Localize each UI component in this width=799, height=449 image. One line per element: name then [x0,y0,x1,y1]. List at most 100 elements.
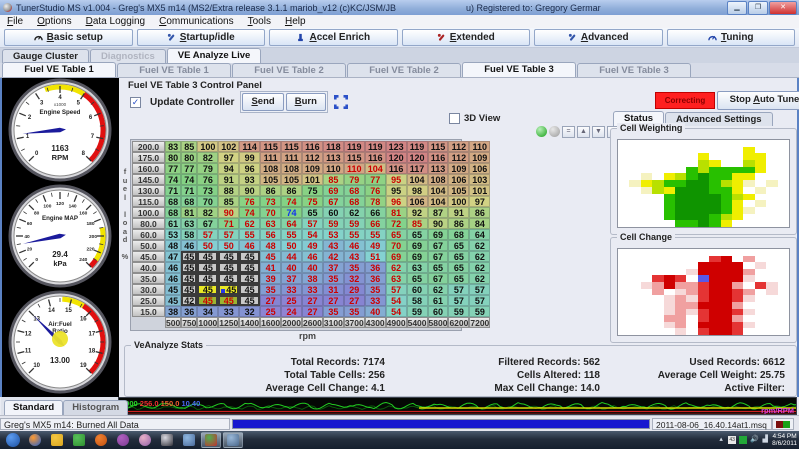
ve-cell[interactable]: 35 [343,262,365,273]
ve-cell[interactable]: 85 [181,141,198,152]
ve-cell[interactable]: 109 [301,163,323,174]
ve-cell[interactable]: 45 [239,251,261,262]
ve-cell[interactable]: 70 [385,240,407,251]
ve-cell[interactable]: 50 [197,240,219,251]
ve-cell[interactable]: 57 [448,284,470,295]
ve-cell[interactable]: 110 [322,163,344,174]
burn-button[interactable]: Burn [285,93,326,111]
ve-cell[interactable]: 33 [281,284,302,295]
camera-app-taskbar-item[interactable] [157,432,177,448]
ve-cell[interactable]: 75 [301,196,323,207]
ve-cell[interactable]: 65 [448,262,470,273]
ve-cell[interactable]: 106 [448,174,470,185]
ve-cell[interactable]: 55 [364,229,386,240]
ve-cell[interactable]: 65 [448,240,470,251]
ve-cell[interactable]: 114 [239,141,261,152]
ve-cell[interactable]: 85 [218,196,240,207]
ve-cell[interactable]: 27 [260,295,282,306]
ve-cell[interactable]: 69 [406,240,428,251]
ve-cell[interactable]: 84 [469,218,491,229]
ve-cell[interactable]: 45 [239,295,261,306]
ve-cell[interactable]: 79 [343,174,365,185]
ve-cell[interactable]: 74 [165,174,182,185]
ve-cell[interactable]: 37 [281,273,302,284]
ve-cell[interactable]: 48 [165,240,182,251]
ve-cell[interactable]: 76 [364,185,386,196]
ve-cell[interactable]: 111 [260,152,282,163]
ve-cell[interactable]: 45 [197,284,219,295]
ve-cell[interactable]: 59 [343,218,365,229]
ve-cell[interactable]: 74 [281,196,302,207]
ve-cell[interactable]: 61 [427,295,449,306]
ve-cell[interactable]: 62 [385,262,407,273]
firefox-taskbar-item[interactable] [25,432,45,448]
locate-cursor-icon[interactable] [536,126,547,137]
ve-cell[interactable]: 78 [364,196,386,207]
ve-cell[interactable]: 111 [281,152,302,163]
ve-cell[interactable]: 96 [239,163,261,174]
ve-cell[interactable]: 62 [239,218,261,229]
ve-cell[interactable]: 104 [427,185,449,196]
ve-cell[interactable]: 109 [469,152,491,163]
ve-cell[interactable]: 97 [218,152,240,163]
ve-cell[interactable]: 35 [322,306,344,317]
ve-cell[interactable]: 50 [218,240,240,251]
ve-cell[interactable]: 91 [448,207,470,218]
ve-cell[interactable]: 116 [301,141,323,152]
ve-cell[interactable]: 68 [165,196,182,207]
ve-cell[interactable]: 62 [469,240,491,251]
view-3d-checkbox[interactable] [449,113,460,124]
ve-cell[interactable]: 97 [469,196,491,207]
ve-cell[interactable]: 55 [343,229,365,240]
ve-cell[interactable]: 66 [364,207,386,218]
ve-cell[interactable]: 43 [343,251,365,262]
ve-cell[interactable]: 101 [301,174,323,185]
ve-cell[interactable]: 82 [197,152,219,163]
ve-cell[interactable]: 68 [343,185,365,196]
ve-cell[interactable]: 76 [197,174,219,185]
ve-cell[interactable]: 38 [301,273,323,284]
ve-cell[interactable]: 45 [165,295,182,306]
ve-cell[interactable]: 95 [385,185,407,196]
ve-cell[interactable]: 79 [197,163,219,174]
ve-cell[interactable]: 25 [260,306,282,317]
ve-cell[interactable]: 43 [322,240,344,251]
ve-cell[interactable]: 45 [239,284,261,295]
ve-cell[interactable]: 65 [301,207,323,218]
ve-cell[interactable]: 58 [181,229,198,240]
ve-cell[interactable]: 37 [322,262,344,273]
ve-cell[interactable]: 67 [322,196,344,207]
palette-app-taskbar-item[interactable] [135,432,155,448]
decrement-button[interactable]: ▼ [592,125,605,138]
ve-cell[interactable]: 104 [406,174,428,185]
ve-cell[interactable]: 63 [406,262,428,273]
ve-cell[interactable]: 55 [281,229,302,240]
ve-cell[interactable]: 119 [406,141,428,152]
ve-cell[interactable]: 64 [281,218,302,229]
tuning-button[interactable]: Tuning [666,29,795,46]
ve-cell[interactable]: 86 [448,218,470,229]
ve-cell[interactable]: 67 [427,273,449,284]
ve-cell[interactable]: 90 [239,185,261,196]
ve-cell[interactable]: 70 [197,196,219,207]
ve-cell[interactable]: 45 [197,273,219,284]
ve-cell[interactable]: 63 [181,218,198,229]
basic-setup-button[interactable]: Basic setup [4,29,133,46]
folder-taskbar-item[interactable] [47,432,67,448]
ve-cell[interactable]: 31 [322,284,344,295]
ve-cell[interactable]: 54 [385,295,407,306]
ve-cell[interactable]: 59 [322,218,344,229]
advanced-button[interactable]: Advanced [534,29,663,46]
ve-cell[interactable]: 53 [165,229,182,240]
ve-cell[interactable]: 86 [469,207,491,218]
ve-cell[interactable]: 85 [406,218,428,229]
ve-cell[interactable]: 112 [448,152,470,163]
tray-badge-icon[interactable]: 43 [728,436,737,444]
ve-cell[interactable]: 45 [218,262,240,273]
ve-cell[interactable]: 27 [301,306,323,317]
ve-cell[interactable]: 44 [281,251,302,262]
ve-cell[interactable]: 58 [406,295,428,306]
ve-cell[interactable]: 54 [385,306,407,317]
tab-histogram[interactable]: Histogram [63,400,129,415]
ve-cell[interactable]: 102 [218,141,240,152]
